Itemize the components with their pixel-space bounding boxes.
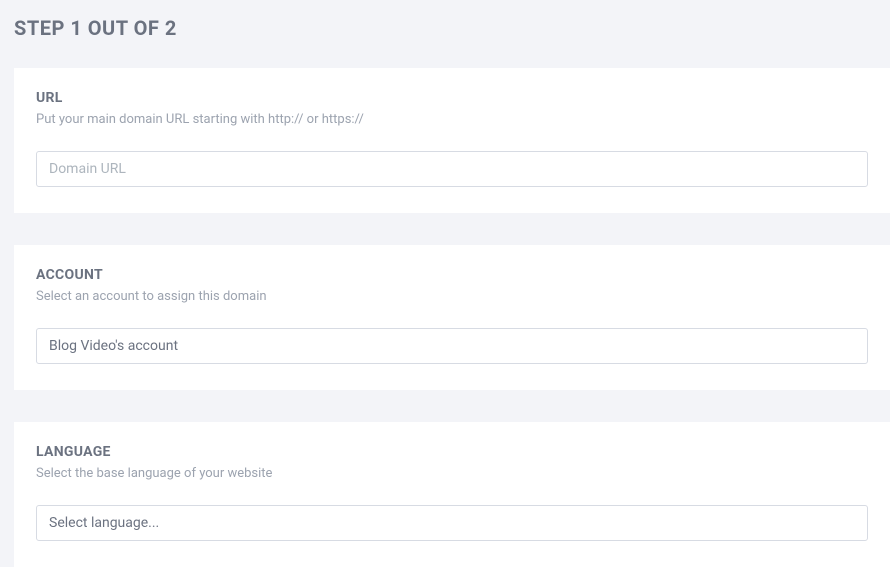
url-card: URL Put your main domain URL starting wi… bbox=[14, 68, 890, 213]
account-description: Select an account to assign this domain bbox=[36, 289, 868, 304]
account-select[interactable]: Blog Video's account bbox=[36, 328, 868, 364]
language-description: Select the base language of your website bbox=[36, 466, 868, 481]
url-description: Put your main domain URL starting with h… bbox=[36, 112, 868, 127]
account-title: ACCOUNT bbox=[36, 267, 868, 283]
language-title: LANGUAGE bbox=[36, 444, 868, 460]
step-title: STEP 1 OUT OF 2 bbox=[14, 16, 890, 40]
language-select-value: Select language... bbox=[49, 515, 159, 531]
language-card: LANGUAGE Select the base language of you… bbox=[14, 422, 890, 567]
domain-url-input[interactable] bbox=[36, 151, 868, 187]
url-title: URL bbox=[36, 90, 868, 106]
language-select[interactable]: Select language... bbox=[36, 505, 868, 541]
account-select-value: Blog Video's account bbox=[49, 338, 178, 354]
account-card: ACCOUNT Select an account to assign this… bbox=[14, 245, 890, 390]
